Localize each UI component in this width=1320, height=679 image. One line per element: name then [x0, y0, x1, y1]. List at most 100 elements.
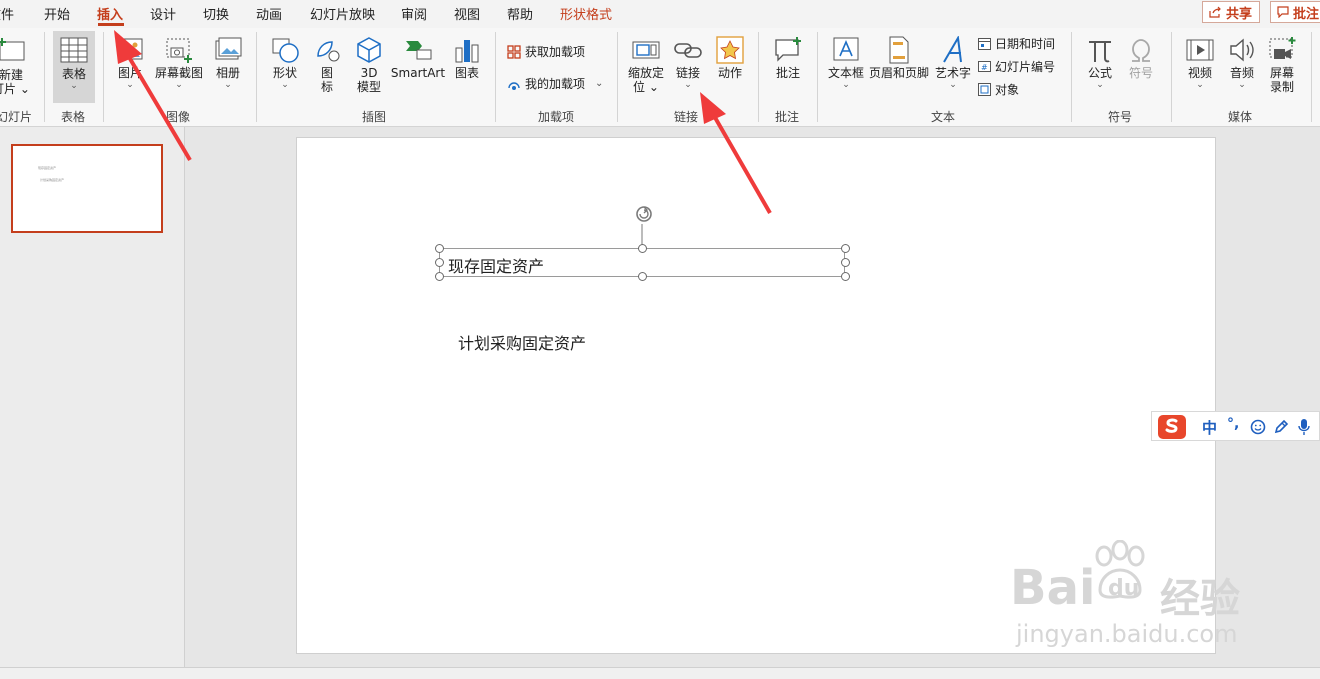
- new-comment-button[interactable]: 批注: [770, 36, 806, 80]
- textbox-icon: [833, 37, 859, 61]
- audio-button[interactable]: 音频 ⌄: [1224, 36, 1260, 90]
- screenshot-icon: [166, 38, 192, 63]
- share-icon: [1209, 6, 1221, 18]
- tab-file[interactable]: 文件: [0, 4, 14, 23]
- handwriting-pen-icon[interactable]: [1273, 419, 1289, 435]
- sogou-logo-icon[interactable]: [1157, 414, 1187, 440]
- emoji-icon[interactable]: [1250, 419, 1266, 435]
- comment-icon: [1277, 6, 1289, 18]
- pi-icon: [1089, 41, 1111, 63]
- new-comment-icon: [775, 37, 801, 62]
- omega-icon: [1132, 39, 1150, 62]
- date-time-button[interactable]: 日期和时间: [977, 35, 1055, 52]
- link-button[interactable]: 链接 ⌄: [672, 36, 704, 90]
- tab-help[interactable]: 帮助: [507, 4, 533, 23]
- slide-thumbnail-1[interactable]: 现存固定资产 计划采购固定资产: [11, 144, 163, 233]
- active-tab-indicator: [98, 23, 124, 26]
- cube-icon: [357, 37, 381, 63]
- get-addins-button[interactable]: 获取加载项: [506, 43, 585, 60]
- tab-design[interactable]: 设计: [150, 4, 176, 23]
- photo-album-button[interactable]: 相册 ⌄: [210, 36, 246, 90]
- chart-icon: [455, 40, 479, 63]
- slide-number-button[interactable]: # 幻灯片编号: [977, 58, 1055, 75]
- action-button[interactable]: 动作: [714, 36, 746, 80]
- resize-handle-top-left[interactable]: [435, 244, 444, 253]
- 3d-models-button[interactable]: 3D 模型: [352, 36, 386, 94]
- status-bar: [0, 667, 1320, 679]
- new-slide-icon: [0, 38, 25, 61]
- ime-mode-toggle[interactable]: 中: [1202, 417, 1217, 438]
- textbox-text[interactable]: 现存固定资产: [448, 253, 544, 277]
- resize-handle-bottom[interactable]: [638, 272, 647, 281]
- tab-shape-format[interactable]: 形状格式: [560, 4, 612, 23]
- group-label-links: 链接: [674, 110, 699, 124]
- comments-button[interactable]: 批注: [1270, 1, 1320, 23]
- action-star-icon: [716, 36, 744, 64]
- tab-review[interactable]: 审阅: [401, 4, 427, 23]
- new-slide-button[interactable]: 新建 灯片 ⌄: [0, 36, 36, 96]
- table-button[interactable]: 表格 ⌄: [53, 31, 95, 103]
- picture-icon: [117, 38, 143, 60]
- resize-handle-bottom-left[interactable]: [435, 272, 444, 281]
- ime-toolbar[interactable]: 中 °,: [1151, 411, 1320, 441]
- screenshot-button[interactable]: 屏幕截图 ⌄: [152, 36, 206, 90]
- rotate-handle[interactable]: [632, 203, 656, 249]
- resize-handle-right[interactable]: [841, 258, 850, 267]
- group-label-addins: 加载项: [538, 110, 575, 124]
- tab-home[interactable]: 开始: [44, 4, 70, 23]
- group-label-text: 文本: [931, 110, 956, 124]
- header-footer-button[interactable]: 页眉和页脚: [867, 36, 931, 80]
- shapes-button[interactable]: 形状 ⌄: [268, 36, 302, 90]
- ime-punctuation-toggle[interactable]: °,: [1227, 416, 1239, 432]
- speaker-icon: [1230, 38, 1254, 62]
- group-label-slides: 幻灯片: [0, 110, 33, 124]
- share-button[interactable]: 共享: [1202, 1, 1260, 23]
- chart-button[interactable]: 图表: [452, 36, 482, 80]
- menu-bar: 文件 开始 插入 设计 切换 动画 幻灯片放映 审阅 视图 帮助 形状格式 共享…: [0, 0, 1320, 28]
- store-icon: [507, 44, 521, 59]
- group-label-images: 图像: [166, 110, 191, 124]
- my-addins-button[interactable]: 我的加载项 ⌄: [506, 75, 603, 92]
- icons-button[interactable]: 图 标: [312, 36, 342, 94]
- smartart-button[interactable]: SmartArt: [390, 36, 446, 80]
- addin-icon: [508, 81, 520, 90]
- screen-recording-button[interactable]: 屏幕 录制: [1264, 36, 1300, 94]
- group-label-symbols: 符号: [1108, 110, 1133, 124]
- shapes-icon: [272, 38, 299, 63]
- video-button[interactable]: 视频 ⌄: [1182, 36, 1218, 90]
- tab-view[interactable]: 视图: [454, 4, 480, 23]
- table-icon: [60, 37, 88, 63]
- tab-slideshow[interactable]: 幻灯片放映: [310, 4, 375, 23]
- baidu-jingyan-watermark: Bai du 经验 jingyan.baidu.com: [1010, 540, 1270, 650]
- picture-button[interactable]: 图片 ⌄: [112, 36, 148, 90]
- svg-text:#: #: [981, 63, 988, 72]
- equation-button[interactable]: 公式 ⌄: [1083, 36, 1117, 90]
- symbol-button[interactable]: 符号: [1124, 36, 1158, 80]
- screen-record-icon: [1269, 37, 1296, 59]
- group-label-illustrations: 插图: [362, 110, 387, 124]
- header-footer-icon: [889, 36, 909, 64]
- textbox-button[interactable]: 文本框 ⌄: [826, 36, 866, 90]
- tab-insert[interactable]: 插入: [97, 4, 123, 23]
- group-label-comments: 批注: [775, 110, 800, 124]
- resize-handle-left[interactable]: [435, 258, 444, 267]
- tab-transitions[interactable]: 切换: [203, 4, 229, 23]
- film-icon: [1186, 39, 1214, 61]
- wordart-icon: [943, 36, 962, 63]
- slide-body-text[interactable]: 计划采购固定资产: [458, 330, 586, 354]
- microphone-icon[interactable]: [1297, 418, 1311, 436]
- wordart-button[interactable]: 艺术字 ⌄: [934, 36, 972, 90]
- slide-number-icon: #: [978, 61, 991, 72]
- smartart-icon: [406, 41, 432, 60]
- object-icon: [978, 83, 991, 96]
- resize-handle-bottom-right[interactable]: [841, 272, 850, 281]
- group-label-media: 媒体: [1228, 110, 1253, 124]
- object-button[interactable]: 对象: [977, 81, 1019, 98]
- group-label-table: 表格: [61, 110, 86, 124]
- resize-handle-top[interactable]: [638, 244, 647, 253]
- calendar-icon: [978, 38, 991, 50]
- tab-animations[interactable]: 动画: [256, 4, 282, 23]
- zoom-button[interactable]: 缩放定 位 ⌄: [624, 36, 668, 94]
- resize-handle-top-right[interactable]: [841, 244, 850, 253]
- link-icon: [674, 43, 702, 58]
